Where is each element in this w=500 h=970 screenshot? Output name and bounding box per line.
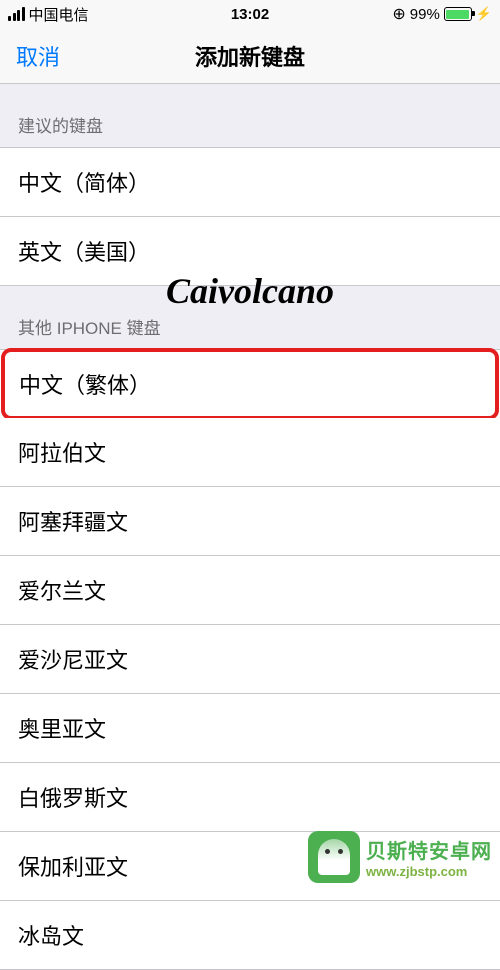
- other-list: 中文（繁体） 阿拉伯文 阿塞拜疆文 爱尔兰文 爱沙尼亚文 奥里亚文 白俄罗斯文 …: [0, 349, 500, 970]
- keyboard-item-arabic[interactable]: 阿拉伯文: [0, 418, 500, 487]
- battery-percent: 99%: [410, 6, 440, 23]
- battery-icon: [444, 7, 472, 21]
- nav-bar: 取消 添加新键盘: [0, 28, 500, 84]
- section-header-suggested: 建议的键盘: [0, 84, 500, 147]
- orientation-lock-icon: ⊕: [392, 4, 405, 24]
- keyboard-item-english-us[interactable]: 英文（美国）: [0, 217, 500, 285]
- keyboard-item-bulgarian[interactable]: 保加利亚文: [0, 832, 500, 901]
- cancel-button[interactable]: 取消: [16, 40, 60, 72]
- status-bar: 中国电信 13:02 ⊕ 99% ⚡: [0, 0, 500, 28]
- keyboard-item-chinese-simplified[interactable]: 中文（简体）: [0, 148, 500, 217]
- keyboard-item-icelandic[interactable]: 冰岛文: [0, 901, 500, 969]
- carrier-label: 中国电信: [29, 4, 89, 25]
- keyboard-item-oriya[interactable]: 奥里亚文: [0, 694, 500, 763]
- signal-icon: [8, 7, 25, 21]
- status-right: ⊕ 99% ⚡: [392, 4, 492, 24]
- keyboard-item-azerbaijani[interactable]: 阿塞拜疆文: [0, 487, 500, 556]
- status-time: 13:02: [231, 6, 269, 23]
- section-header-other: 其他 IPHONE 键盘: [0, 286, 500, 349]
- charging-icon: ⚡: [476, 6, 492, 22]
- page-title: 添加新键盘: [195, 40, 305, 72]
- keyboard-item-estonian[interactable]: 爱沙尼亚文: [0, 625, 500, 694]
- suggested-list: 中文（简体） 英文（美国）: [0, 147, 500, 286]
- keyboard-item-irish[interactable]: 爱尔兰文: [0, 556, 500, 625]
- keyboard-item-chinese-traditional[interactable]: 中文（繁体）: [1, 348, 499, 420]
- keyboard-item-belarusian[interactable]: 白俄罗斯文: [0, 763, 500, 832]
- status-left: 中国电信: [8, 4, 89, 25]
